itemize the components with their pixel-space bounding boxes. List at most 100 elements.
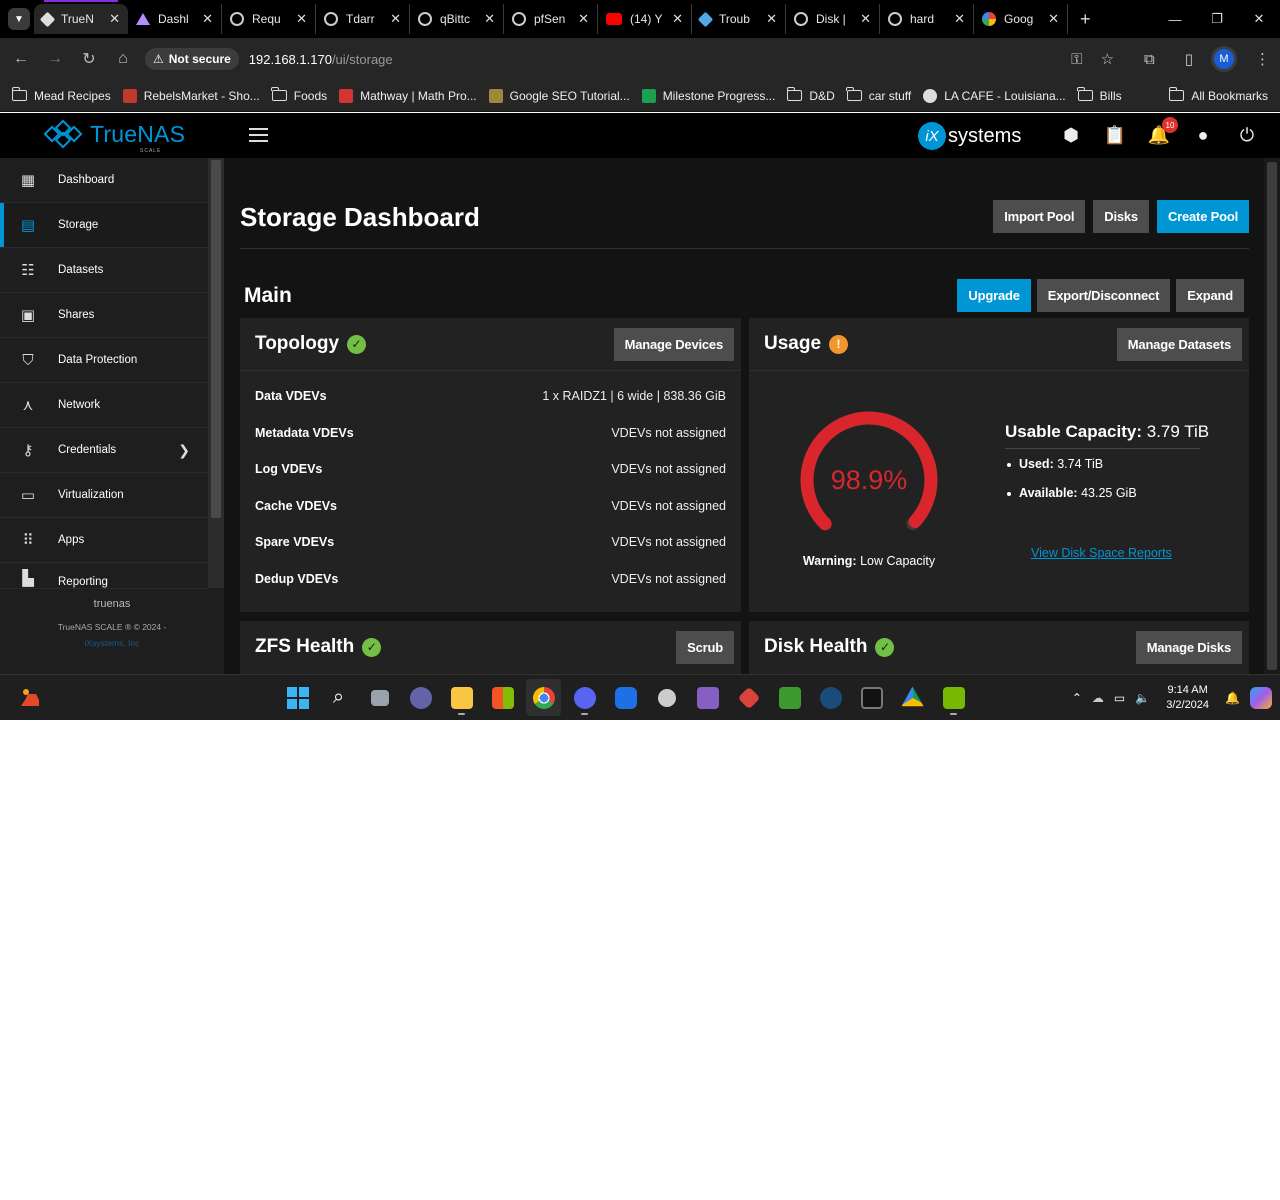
- close-icon[interactable]: ✕: [484, 11, 495, 27]
- sidebar-item-reporting[interactable]: ▙ Reporting: [0, 563, 208, 589]
- bookmark-foods[interactable]: Foods: [271, 87, 327, 103]
- security-chip[interactable]: ⚠ Not secure: [145, 48, 239, 70]
- sidebar-item-network[interactable]: ⋏ Network: [0, 383, 208, 428]
- clock[interactable]: 9:14 AM 3/2/2024: [1166, 683, 1209, 713]
- google-drive-app[interactable]: [895, 679, 930, 716]
- ixsystems-link[interactable]: iXsystems, Inc: [0, 638, 224, 648]
- export-disconnect-button[interactable]: Export/Disconnect: [1036, 279, 1171, 312]
- sidebar-item-data-protection[interactable]: ⛉ Data Protection: [0, 338, 208, 383]
- close-icon[interactable]: ✕: [202, 11, 213, 27]
- onedrive-icon[interactable]: ☁: [1092, 691, 1104, 705]
- bookmark-car-stuff[interactable]: car stuff: [846, 87, 911, 103]
- bookmark-bills[interactable]: Bills: [1077, 87, 1122, 103]
- create-pool-button[interactable]: Create Pool: [1156, 200, 1249, 233]
- close-icon[interactable]: ✕: [860, 11, 871, 27]
- close-window-icon[interactable]: ✕: [1238, 0, 1280, 38]
- file-explorer-app[interactable]: [444, 679, 479, 716]
- manage-disks-button[interactable]: Manage Disks: [1135, 631, 1242, 664]
- tab-google[interactable]: Goog ✕: [974, 4, 1068, 34]
- manage-datasets-button[interactable]: Manage Datasets: [1116, 328, 1242, 361]
- close-icon[interactable]: ✕: [296, 11, 307, 27]
- search-button[interactable]: ⌕: [321, 679, 356, 716]
- url-text[interactable]: 192.168.1.170/ui/storage: [249, 52, 393, 67]
- forward-icon[interactable]: →: [38, 50, 72, 68]
- close-icon[interactable]: ✕: [672, 11, 683, 27]
- star-icon[interactable]: ☆: [1101, 50, 1114, 68]
- weather-icon[interactable]: [18, 686, 42, 710]
- sidebar-item-dashboard[interactable]: ▦ Dashboard: [0, 158, 208, 203]
- restore-icon[interactable]: ❐: [1196, 0, 1238, 38]
- close-icon[interactable]: ✕: [1048, 11, 1059, 27]
- teams-app[interactable]: [403, 679, 438, 716]
- tab-youtube[interactable]: (14) Y ✕: [598, 4, 692, 34]
- reload-icon[interactable]: ↻: [72, 49, 106, 69]
- main-scrollbar[interactable]: [1264, 158, 1280, 674]
- tab-disk[interactable]: Disk | ✕: [786, 4, 880, 34]
- discord-app[interactable]: [567, 679, 602, 716]
- back-icon[interactable]: ←: [4, 50, 38, 68]
- main-scroll-thumb[interactable]: [1267, 162, 1277, 670]
- terminal-app[interactable]: [854, 679, 889, 716]
- scrub-button[interactable]: Scrub: [676, 631, 734, 664]
- bookmark-milestone[interactable]: Milestone Progress...: [641, 88, 775, 103]
- tab-dashboard[interactable]: Dashl ✕: [128, 4, 222, 34]
- power-icon[interactable]: ⏻: [1236, 124, 1258, 146]
- show-hidden-icons[interactable]: ⌃: [1072, 691, 1082, 705]
- close-icon[interactable]: ✕: [109, 11, 120, 27]
- sidebar-scroll-thumb[interactable]: [211, 160, 221, 518]
- bookmark-mathway[interactable]: Mathway | Math Pro...: [339, 88, 477, 103]
- expand-button[interactable]: Expand: [1176, 279, 1244, 312]
- tab-hard[interactable]: hard ✕: [880, 4, 974, 34]
- tab-troubleshoot[interactable]: Troub ✕: [692, 4, 786, 34]
- extensions-icon[interactable]: ⧉: [1144, 51, 1155, 68]
- notifications-bell-icon[interactable]: 🔔 10: [1148, 117, 1178, 146]
- menu-toggle-icon[interactable]: [249, 128, 268, 142]
- home-icon[interactable]: ⌂: [106, 50, 140, 68]
- sidebar-item-virtualization[interactable]: ▭ Virtualization: [0, 473, 208, 518]
- omnibox[interactable]: ⚠ Not secure 192.168.1.170/ui/storage: [145, 46, 1205, 72]
- new-tab-button[interactable]: +: [1080, 9, 1091, 30]
- sidebar-scrollbar[interactable]: [208, 158, 224, 588]
- close-icon[interactable]: ✕: [390, 11, 401, 27]
- display-icon[interactable]: ▭: [1114, 691, 1125, 705]
- close-icon[interactable]: ✕: [578, 11, 589, 27]
- notification-bell-icon[interactable]: 🔔: [1225, 691, 1240, 705]
- tab-pfsense[interactable]: pfSen ✕: [504, 4, 598, 34]
- volume-icon[interactable]: 🔈: [1135, 691, 1150, 705]
- bookmark-google-seo[interactable]: Google SEO Tutorial...: [488, 88, 630, 103]
- password-key-icon[interactable]: ⚿: [1071, 51, 1082, 68]
- bookmark-mead-recipes[interactable]: Mead Recipes: [11, 87, 111, 103]
- more-menu-icon[interactable]: ⋮: [1255, 50, 1270, 68]
- rocket-app[interactable]: [731, 679, 766, 716]
- upgrade-button[interactable]: Upgrade: [957, 279, 1031, 312]
- bookmark-la-cafe[interactable]: LA CAFE - Louisiana...: [923, 88, 1066, 103]
- account-icon[interactable]: ●: [1192, 124, 1214, 146]
- ixsystems-logo[interactable]: iX systems: [918, 122, 1021, 150]
- view-disk-space-reports-link[interactable]: View Disk Space Reports: [1031, 546, 1172, 560]
- bookmark-dnd[interactable]: D&D: [786, 87, 835, 103]
- bookmark-rebelsmarket[interactable]: RebelsMarket - Sho...: [122, 88, 260, 103]
- profile-avatar[interactable]: M: [1211, 46, 1237, 72]
- sidebar-item-apps[interactable]: ⠿ Apps: [0, 518, 208, 563]
- tab-search-button[interactable]: ▼: [8, 8, 30, 30]
- sidebar-item-datasets[interactable]: ☷ Datasets: [0, 248, 208, 293]
- sidebar-item-shares[interactable]: ▣ Shares: [0, 293, 208, 338]
- all-bookmarks[interactable]: All Bookmarks: [1168, 87, 1268, 103]
- copilot-app[interactable]: [608, 679, 643, 716]
- minecraft-app[interactable]: [772, 679, 807, 716]
- visual-studio-app[interactable]: [690, 679, 725, 716]
- sidebar-item-credentials[interactable]: ⚷ Credentials ❯: [0, 428, 208, 473]
- close-icon[interactable]: ✕: [954, 11, 965, 27]
- steam-app[interactable]: [813, 679, 848, 716]
- tab-requests[interactable]: Requ ✕: [222, 4, 316, 34]
- start-button[interactable]: [280, 679, 315, 716]
- chrome-app[interactable]: [526, 679, 561, 716]
- tab-tdarr[interactable]: Tdarr ✕: [316, 4, 410, 34]
- copilot-icon[interactable]: [1250, 687, 1272, 709]
- sidebar-item-storage[interactable]: ▤ Storage: [0, 203, 208, 248]
- store-app[interactable]: [485, 679, 520, 716]
- nvidia-app[interactable]: [936, 679, 971, 716]
- tab-qbittorrent[interactable]: qBittc ✕: [410, 4, 504, 34]
- minimize-icon[interactable]: —: [1154, 0, 1196, 38]
- import-pool-button[interactable]: Import Pool: [993, 200, 1086, 233]
